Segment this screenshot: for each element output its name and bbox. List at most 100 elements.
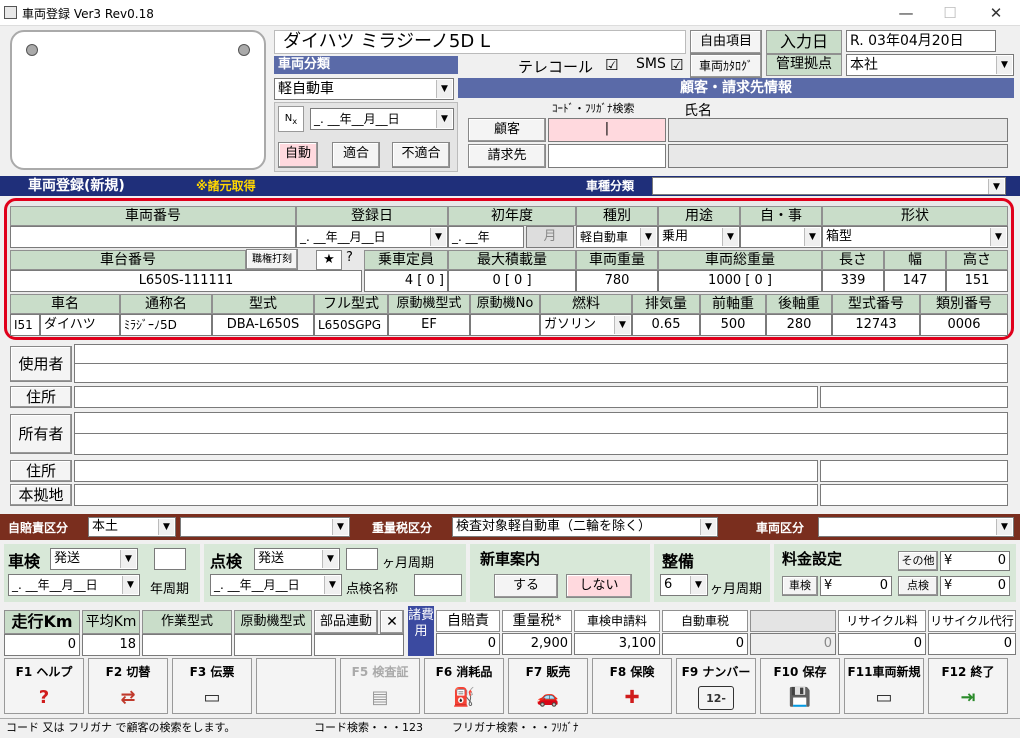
tenken-select[interactable]: 発送 ▼ — [254, 548, 340, 570]
fkey-help-button[interactable]: F1 ヘルプ? — [4, 658, 84, 714]
vehicle-type-select[interactable]: ▼ — [652, 177, 1006, 195]
customer-code-input[interactable]: | — [548, 118, 666, 142]
address1-field[interactable] — [74, 386, 818, 408]
chassis-number-input[interactable]: L650S-111111 — [10, 270, 362, 292]
owner-field-1[interactable] — [74, 412, 1008, 434]
work-model-input[interactable] — [142, 634, 232, 656]
capacity-input[interactable]: 4 [ 0 ] — [364, 270, 448, 292]
no-date-icon[interactable]: Nx — [278, 106, 304, 132]
jibai-detail-select[interactable]: ▼ — [180, 517, 350, 537]
base-extra[interactable] — [820, 484, 1008, 506]
tenken-date-select[interactable]: _. __年__月__日 ▼ — [210, 574, 342, 596]
cost-weight-tax-input[interactable]: 2,900 — [502, 633, 572, 655]
length-input[interactable]: 339 — [822, 270, 884, 292]
kind-select[interactable]: 軽自動車 ▼ — [576, 226, 658, 248]
parts-link-button[interactable]: 部品連動 — [314, 610, 378, 634]
user-field-1[interactable] — [74, 344, 1008, 364]
parts-link-input[interactable] — [314, 634, 404, 656]
avg-km-input[interactable]: 18 — [82, 634, 140, 656]
tenken-fee-input[interactable]: ¥0 — [940, 576, 1010, 596]
owner-field-2[interactable] — [74, 433, 1008, 455]
owner-button[interactable]: 所有者 — [10, 414, 72, 454]
jibai-select[interactable]: 本土 ▼ — [88, 517, 176, 537]
base-field[interactable] — [74, 484, 818, 506]
unfit-button[interactable]: 不適合 — [392, 142, 450, 168]
model-input[interactable]: DBA-L650S — [212, 314, 314, 336]
fkey-number-button[interactable]: F9 ナンバー 12-34 — [676, 658, 756, 729]
shaken-select[interactable]: 発送 ▼ — [50, 548, 138, 570]
private-business-select[interactable]: ▼ — [740, 226, 822, 248]
model-number-input[interactable]: 12743 — [832, 314, 920, 336]
shaken-fee-input[interactable]: ¥0 — [820, 576, 892, 596]
fkey-switch-button[interactable]: F2 切替 ⇄ — [88, 658, 168, 714]
fkey-new-vehicle-button[interactable]: F11車両新規 ▭ — [844, 658, 924, 714]
maker-code-input[interactable]: I51 — [10, 314, 40, 336]
user-button[interactable]: 使用者 — [10, 346, 72, 382]
seibi-select[interactable]: 6 ▼ — [660, 574, 708, 596]
fkey-sales-button[interactable]: F7 販売 🚗 — [508, 658, 588, 714]
displacement-input[interactable]: 0.65 — [632, 314, 700, 336]
fkey-insurance-button[interactable]: F8 保険 ✚ — [592, 658, 672, 714]
full-model-input[interactable]: L650SGPG — [314, 314, 388, 336]
other-fee-input[interactable]: ¥0 — [940, 551, 1010, 571]
input-date-field[interactable]: R. 03年04月20日 — [846, 30, 996, 52]
help-icon[interactable]: ? — [346, 250, 353, 265]
cost-auto-tax-input[interactable]: 0 — [662, 633, 748, 655]
vehicle-category-select[interactable]: ▼ — [818, 517, 1014, 537]
fkey-slip-button[interactable]: F3 伝票 ▭ — [172, 658, 252, 714]
star-icon[interactable]: ★ — [316, 250, 342, 270]
auto-button[interactable]: 自動 — [278, 142, 318, 168]
vehicle-photo-area[interactable] — [10, 30, 266, 170]
fkey-exit-button[interactable]: F12 終了 ⇥ — [928, 658, 1008, 714]
customer-button[interactable]: 顧客 — [468, 118, 546, 142]
class-number-input[interactable]: 0006 — [920, 314, 1008, 336]
base-button[interactable]: 本拠地 — [10, 484, 72, 506]
fkey-save-button[interactable]: F10 保存 💾 — [760, 658, 840, 714]
front-axle-input[interactable]: 500 — [700, 314, 766, 336]
shaken-date-select[interactable]: _. __年__月__日 ▼ — [8, 574, 140, 596]
cost-recycle-agent-input[interactable]: 0 — [928, 633, 1016, 655]
fkey-certificate-button[interactable]: F5 検査証 ▤ — [340, 658, 420, 714]
first-year-input[interactable]: _. __年 — [448, 226, 524, 248]
mileage-input[interactable]: 0 — [4, 634, 80, 656]
address2-field[interactable] — [74, 460, 818, 482]
fkey-blank-button[interactable] — [256, 658, 336, 714]
fkey-consumables-button[interactable]: F6 消耗品 ⛽ — [424, 658, 504, 714]
height-input[interactable]: 151 — [946, 270, 1008, 292]
new-car-yes-button[interactable]: する — [494, 574, 558, 598]
new-car-no-button[interactable]: しない — [566, 574, 632, 598]
first-month-input[interactable]: 月 — [526, 226, 574, 248]
management-select[interactable]: 本社 ▼ — [846, 54, 1014, 76]
tenken-fee-button[interactable]: 点検 — [898, 576, 938, 596]
biller-button[interactable]: 請求先 — [468, 144, 546, 168]
cost-jibai-input[interactable]: 0 — [436, 633, 500, 655]
weight-input[interactable]: 780 — [576, 270, 658, 292]
address1-extra[interactable] — [820, 386, 1008, 408]
shape-select[interactable]: 箱型 ▼ — [822, 226, 1008, 248]
date-select[interactable]: _. __年__月__日 ▼ — [310, 108, 454, 130]
shaken-fee-button[interactable]: 車検 — [782, 576, 818, 596]
telecall-checkbox[interactable]: ☑ — [605, 56, 618, 74]
customer-name-field[interactable] — [668, 118, 1008, 142]
cost-inspection-input[interactable]: 3,100 — [574, 633, 660, 655]
user-field-2[interactable] — [74, 363, 1008, 383]
fit-button[interactable]: 適合 — [332, 142, 380, 168]
cost-recycle-input[interactable]: 0 — [838, 633, 926, 655]
address2-button[interactable]: 住所 — [10, 460, 72, 482]
vehicle-catalog-button[interactable]: 車両ｶﾀﾛｸﾞ — [690, 54, 762, 78]
fuel-select[interactable]: ガソリン ▼ — [540, 314, 632, 336]
close-icon[interactable]: ✕ — [380, 610, 404, 634]
cost-blank-input[interactable]: 0 — [750, 633, 836, 655]
engine-no-input[interactable] — [470, 314, 540, 336]
free-item-button[interactable]: 自由項目 — [690, 30, 762, 54]
shaken-cycle-input[interactable] — [154, 548, 186, 570]
engine-model-input[interactable]: EF — [388, 314, 470, 336]
tenken-cycle-input[interactable] — [346, 548, 378, 570]
biller-name-field[interactable] — [668, 144, 1008, 168]
reg-date-select[interactable]: _. __年__月__日 ▼ — [296, 226, 448, 248]
minimize-button[interactable]: — — [884, 2, 928, 24]
common-name-input[interactable]: ﾐﾗｼﾞｰﾉ5D — [120, 314, 212, 336]
vehicle-number-input[interactable] — [10, 226, 296, 248]
use-select[interactable]: 乗用 ▼ — [658, 226, 740, 248]
weight-tax-select[interactable]: 検査対象軽自動車（二輪を除く） ▼ — [452, 517, 718, 537]
